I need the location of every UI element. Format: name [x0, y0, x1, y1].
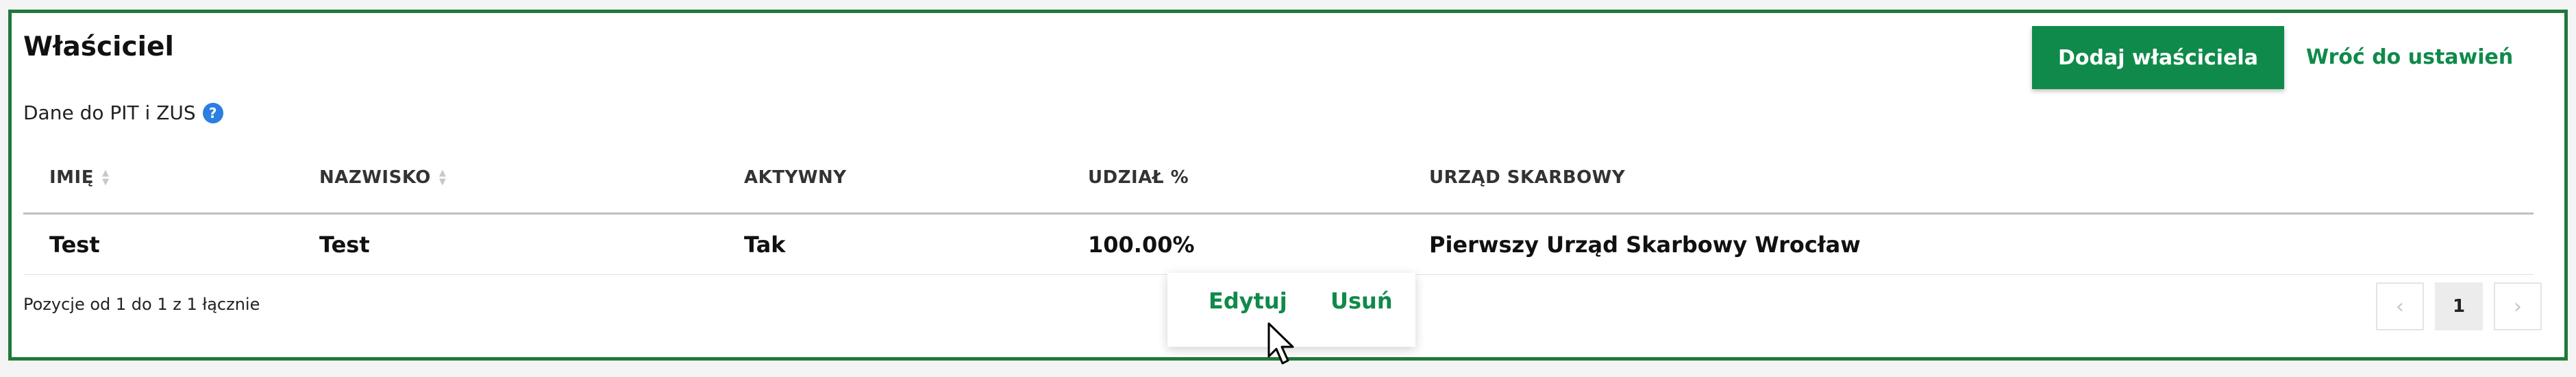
cell-active: Tak [744, 232, 786, 258]
subtitle-text: Dane do PIT i ZUS [23, 101, 196, 124]
subtitle: Dane do PIT i ZUS ? [23, 101, 223, 124]
current-page-button[interactable]: 1 [2435, 282, 2483, 330]
table-header-divider [23, 212, 2534, 215]
sort-icon[interactable]: ▲ ▼ [102, 169, 110, 186]
sort-icon[interactable]: ▲ ▼ [439, 169, 447, 186]
edit-button[interactable]: Edytuj [1209, 288, 1287, 314]
column-header-share-label: UDZIAŁ % [1088, 167, 1189, 188]
mouse-cursor-icon [1267, 322, 1294, 365]
column-header-tax-office-label: URZĄD SKARBOWY [1429, 167, 1626, 188]
page-title: Właściciel [23, 32, 174, 62]
column-header-active-label: AKTYWNY [744, 167, 847, 188]
help-icon[interactable]: ? [202, 102, 223, 123]
column-header-share: UDZIAŁ % [1088, 167, 1189, 188]
column-header-last-name-label: NAZWISKO [319, 167, 431, 188]
pagination-info: Pozycje od 1 do 1 z 1 łącznie [23, 295, 260, 314]
column-header-active: AKTYWNY [744, 167, 847, 188]
add-owner-button[interactable]: Dodaj właściciela [2032, 26, 2284, 89]
current-page-number: 1 [2452, 296, 2466, 317]
delete-button[interactable]: Usuń [1330, 288, 1393, 314]
chevron-right-icon: › [2514, 294, 2522, 319]
next-page-button[interactable]: › [2494, 282, 2542, 330]
column-header-first-name[interactable]: IMIĘ ▲ ▼ [49, 167, 109, 188]
previous-page-button[interactable]: ‹ [2376, 282, 2424, 330]
column-header-last-name[interactable]: NAZWISKO ▲ ▼ [319, 167, 446, 188]
cell-first-name: Test [49, 232, 100, 258]
back-to-settings-link[interactable]: Wróć do ustawień [2306, 45, 2513, 69]
column-header-tax-office: URZĄD SKARBOWY [1429, 167, 1625, 188]
cell-tax-office: Pierwszy Urząd Skarbowy Wrocław [1429, 232, 1861, 258]
cell-last-name: Test [319, 232, 370, 258]
column-header-first-name-label: IMIĘ [49, 167, 94, 188]
cell-share: 100.00% [1088, 232, 1195, 258]
chevron-left-icon: ‹ [2396, 294, 2404, 319]
